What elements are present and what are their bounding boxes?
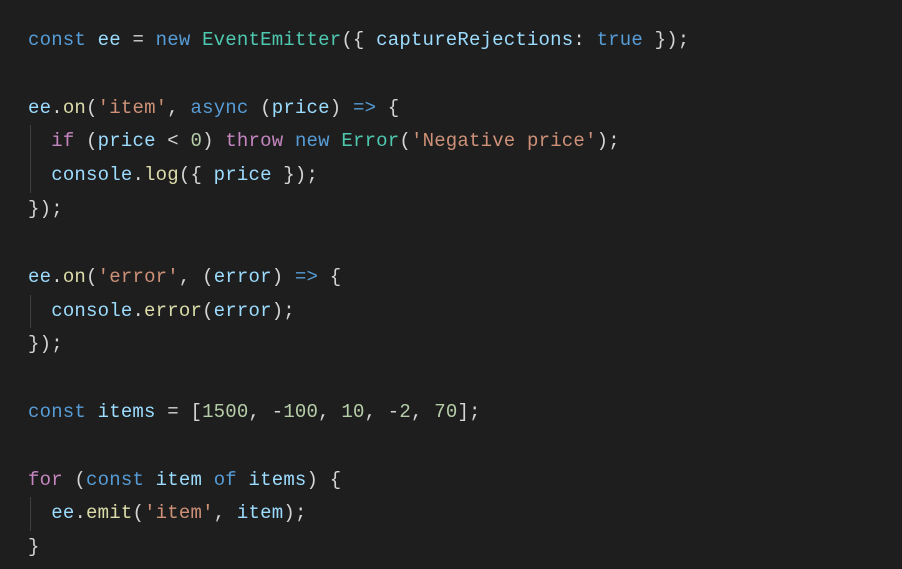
keyword-async: async <box>191 97 249 119</box>
keyword-for: for <box>28 469 63 491</box>
string-item: 'item' <box>98 97 168 119</box>
class-error: Error <box>341 130 399 152</box>
code-line: }); <box>28 193 874 227</box>
keyword-const: const <box>28 401 86 423</box>
keyword-const: const <box>28 29 86 51</box>
param-error: error <box>214 266 272 288</box>
code-line-blank <box>28 227 874 261</box>
keyword-of: of <box>214 469 237 491</box>
param-price: price <box>272 97 330 119</box>
code-line-blank <box>28 362 874 396</box>
method-on: on <box>63 266 86 288</box>
keyword-throw: throw <box>225 130 283 152</box>
code-line: const items = [1500, -100, 10, -2, 70]; <box>28 396 874 430</box>
code-line: ee.on('item', async (price) => { <box>28 92 874 126</box>
code-line: }); <box>28 328 874 362</box>
variable-console: console <box>51 164 132 186</box>
variable-ee: ee <box>98 29 121 51</box>
code-line: console.log({ price }); <box>28 159 874 193</box>
indent-guide <box>30 125 31 159</box>
number-zero: 0 <box>190 130 202 152</box>
shorthand-price: price <box>214 164 272 186</box>
method-on: on <box>63 97 86 119</box>
method-emit: emit <box>86 502 132 524</box>
indent-guide <box>30 497 31 531</box>
arrow: => <box>341 97 387 119</box>
class-eventemitter: EventEmitter <box>202 29 341 51</box>
code-block: const ee = new EventEmitter({ captureRej… <box>28 24 874 565</box>
string-negative-price: 'Negative price' <box>411 130 597 152</box>
keyword-const: const <box>86 469 144 491</box>
code-line: ee.on('error', (error) => { <box>28 261 874 295</box>
code-line: ee.emit('item', item); <box>28 497 874 531</box>
code-line: if (price < 0) throw new Error('Negative… <box>28 125 874 159</box>
number: 70 <box>434 401 457 423</box>
number: 2 <box>399 401 411 423</box>
code-line: console.error(error); <box>28 295 874 329</box>
indent-guide <box>30 295 31 329</box>
keyword-if: if <box>51 130 74 152</box>
code-line-blank <box>28 58 874 92</box>
variable-items: items <box>98 401 156 423</box>
arrow: => <box>283 266 329 288</box>
prop-capturerejections: captureRejections <box>376 29 573 51</box>
literal-true: true <box>597 29 643 51</box>
number: 10 <box>341 401 364 423</box>
code-line-blank <box>28 430 874 464</box>
keyword-new: new <box>156 29 191 51</box>
number: 1500 <box>202 401 248 423</box>
number: 100 <box>283 401 318 423</box>
keyword-new: new <box>295 130 330 152</box>
code-line: const ee = new EventEmitter({ captureRej… <box>28 24 874 58</box>
method-log: log <box>144 164 179 186</box>
string-error: 'error' <box>98 266 179 288</box>
variable-item: item <box>156 469 202 491</box>
indent-guide <box>30 159 31 193</box>
code-line: } <box>28 531 874 565</box>
code-line: for (const item of items) { <box>28 464 874 498</box>
method-error: error <box>144 300 202 322</box>
string-item: 'item' <box>144 502 214 524</box>
variable-console: console <box>51 300 132 322</box>
